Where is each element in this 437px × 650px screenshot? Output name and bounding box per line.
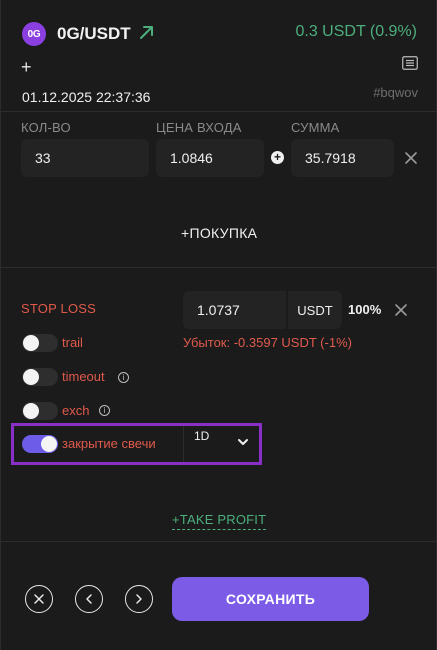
exch-toggle[interactable]	[22, 402, 58, 420]
timeframe-value: 1D	[194, 429, 210, 443]
close-icon	[34, 594, 44, 604]
pair-title[interactable]: 0G/USDT	[57, 24, 131, 44]
sum-label: СУММА	[291, 120, 340, 135]
sum-input[interactable]: 35.7918	[291, 139, 394, 177]
add-buy-button[interactable]: +ПОКУПКА	[181, 225, 257, 241]
toggle-knob	[23, 403, 39, 419]
exch-label: exch	[62, 403, 90, 418]
trail-label: trail	[62, 335, 83, 350]
qty-input[interactable]: 33	[21, 139, 149, 177]
stop-loss-percent[interactable]: 100%	[348, 302, 381, 317]
info-icon[interactable]: i	[118, 372, 129, 383]
timeout-toggle[interactable]	[22, 368, 58, 386]
coin-logo: 0G	[22, 22, 46, 46]
divider	[1, 111, 437, 112]
toggle-knob	[23, 369, 39, 385]
plus-circle-icon[interactable]: +	[271, 151, 284, 164]
add-icon[interactable]: +	[21, 58, 32, 76]
candle-close-label: закрытие свечи	[62, 436, 156, 451]
list-icon[interactable]	[402, 56, 418, 70]
info-icon[interactable]: i	[99, 405, 110, 416]
stop-loss-label: STOP LOSS	[21, 301, 97, 316]
stop-loss-price-input[interactable]: 1.0737	[183, 291, 286, 329]
cancel-button[interactable]	[25, 585, 53, 613]
entry-price-label: ЦЕНА ВХОДА	[156, 120, 242, 135]
toggle-knob	[41, 436, 57, 452]
order-panel: 0G 0G/USDT 0.3 USDT (0.9%) + 01.12.2025 …	[0, 0, 437, 650]
arrow-up-right-icon[interactable]	[137, 22, 157, 42]
save-button[interactable]: СОХРАНИТЬ	[172, 577, 369, 621]
candle-close-toggle[interactable]	[22, 435, 58, 453]
stop-loss-unit-select[interactable]: USDT	[287, 291, 342, 329]
trail-toggle[interactable]	[22, 334, 58, 352]
chevron-down-icon[interactable]	[237, 437, 249, 447]
add-take-profit-button[interactable]: +TAKE PROFIT	[172, 512, 267, 530]
chevron-left-icon	[86, 594, 92, 604]
next-button[interactable]	[125, 585, 153, 613]
qty-label: КОЛ-ВО	[21, 120, 71, 135]
entry-price-input[interactable]: 1.0846	[156, 139, 264, 177]
pnl-value: 0.3 USDT (0.9%)	[295, 23, 417, 40]
order-datetime: 01.12.2025 22:37:36	[22, 89, 151, 105]
loss-estimate: Убыток: -0.3597 USDT (-1%)	[183, 335, 352, 350]
prev-button[interactable]	[75, 585, 103, 613]
toggle-knob	[23, 335, 39, 351]
chevron-right-icon	[136, 594, 142, 604]
order-tag: #bqwov	[373, 85, 418, 100]
remove-stop-loss-icon[interactable]	[394, 303, 408, 317]
divider	[1, 541, 437, 542]
remove-entry-icon[interactable]	[404, 151, 418, 165]
divider	[1, 267, 437, 268]
timeout-label: timeout	[62, 369, 105, 384]
